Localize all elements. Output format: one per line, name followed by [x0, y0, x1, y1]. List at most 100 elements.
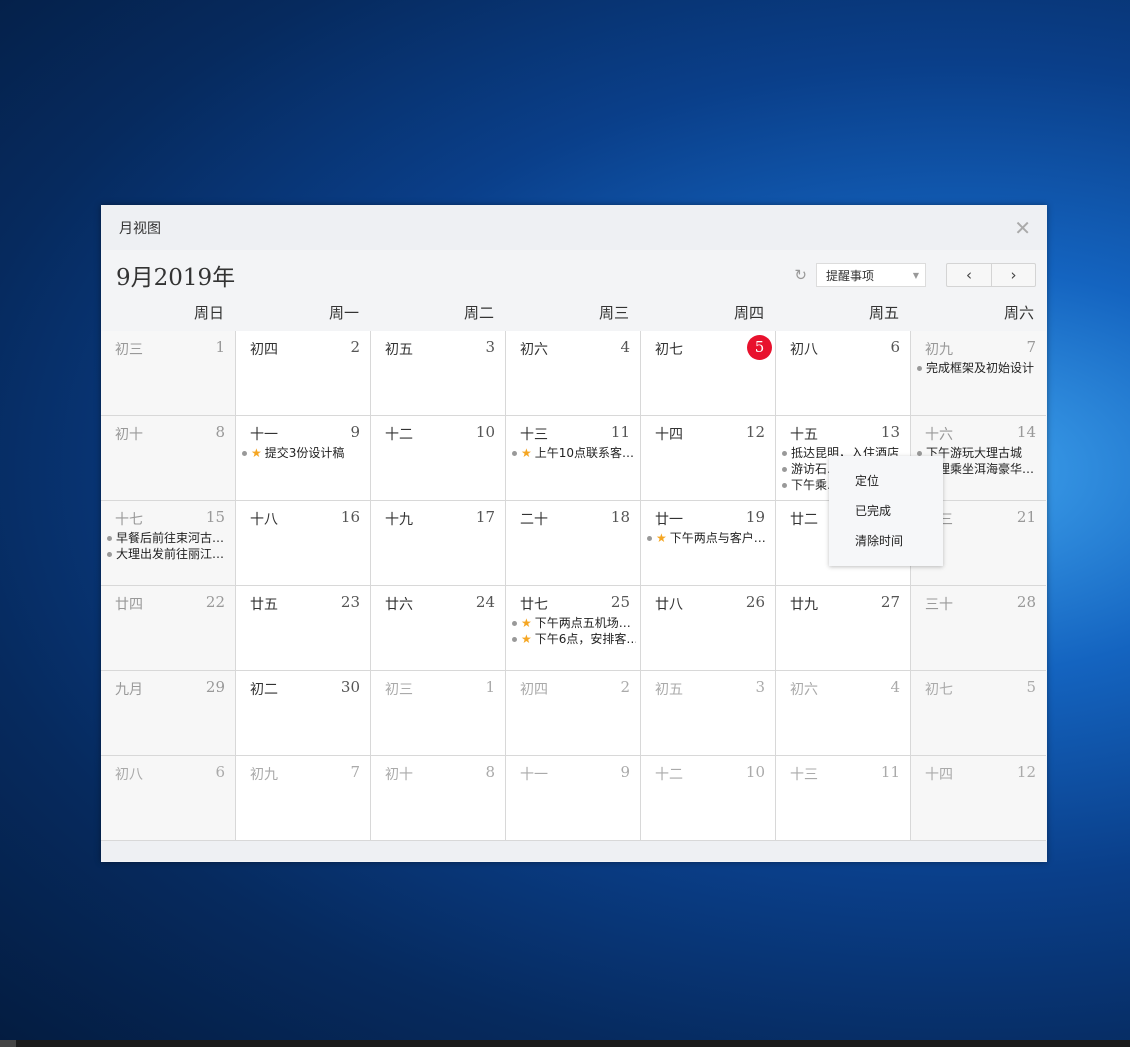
lunar-date: 初九: [250, 767, 278, 783]
day-number: 2: [350, 338, 360, 356]
month-nav: ‹ ›: [946, 263, 1036, 287]
day-cell[interactable]: 十一 9: [506, 756, 641, 841]
day-cell[interactable]: 初四 2: [506, 671, 641, 756]
day-number: 11: [610, 423, 630, 441]
context-menu: 定位 已完成 清除时间: [829, 456, 943, 566]
event-item[interactable]: ★ 上午10点联系客…: [512, 445, 636, 461]
day-cell[interactable]: 初六 4: [776, 671, 911, 756]
day-number: 3: [755, 678, 765, 696]
lunar-date: 十一: [520, 767, 548, 783]
chevron-right-icon[interactable]: ›: [991, 264, 1035, 286]
day-cell[interactable]: 十三 11 ★ 上午10点联系客…: [506, 416, 641, 501]
event-item[interactable]: ★ 下午两点五机场…: [512, 615, 636, 631]
day-cell[interactable]: 十七 15 早餐后前往束河古… 大理出发前往丽江…: [101, 501, 236, 586]
lunar-date: 十五: [790, 427, 818, 443]
menu-item-locate[interactable]: 定位: [829, 466, 943, 496]
day-cell[interactable]: 初十 8: [101, 416, 236, 501]
day-cell[interactable]: 初六 4: [506, 331, 641, 416]
day-cell[interactable]: 初八 6: [776, 331, 911, 416]
start-button[interactable]: [0, 1040, 16, 1047]
bullet-icon: [512, 636, 517, 642]
event-list: 早餐后前往束河古… 大理出发前往丽江…: [107, 530, 231, 562]
lunar-date: 十二: [385, 427, 413, 443]
day-cell[interactable]: 十三 11: [776, 756, 911, 841]
chevron-left-icon[interactable]: ‹: [947, 264, 991, 286]
day-cell[interactable]: 二十 18: [506, 501, 641, 586]
lunar-date: 初八: [790, 342, 818, 358]
weekday-label: 周四: [733, 304, 764, 322]
event-text: 完成框架及初始设计: [926, 361, 1035, 375]
day-cell[interactable]: 廿五 23: [236, 586, 371, 671]
day-number: 3: [485, 338, 495, 356]
filter-value: 提醒事项: [826, 268, 875, 283]
day-number: 29: [205, 678, 225, 696]
lunar-date: 十六: [925, 427, 953, 443]
menu-item-complete[interactable]: 已完成: [829, 496, 943, 526]
lunar-date: 初三: [385, 682, 413, 698]
menu-item-clear-time[interactable]: 清除时间: [829, 526, 943, 556]
lunar-date: 廿六: [385, 597, 413, 613]
event-text: 下午6点，安排客…: [534, 632, 636, 646]
event-item[interactable]: ★ 下午6点，安排客…: [512, 631, 636, 647]
filter-select[interactable]: 提醒事项 ▼: [816, 263, 926, 287]
day-cell[interactable]: 初四 2: [236, 331, 371, 416]
day-cell[interactable]: 三十 28: [911, 586, 1046, 671]
day-cell[interactable]: 廿九 27: [776, 586, 911, 671]
lunar-date: 十一: [250, 427, 278, 443]
lunar-date: 初二: [250, 682, 278, 698]
event-item[interactable]: ★ 提交3份设计稿: [242, 445, 366, 461]
lunar-date: 十四: [655, 427, 683, 443]
calendar-header: 9月2019年 ↻ 提醒事项 ▼ ‹ ›: [101, 250, 1047, 300]
day-number: 7: [350, 763, 360, 781]
day-cell[interactable]: 十二 10: [371, 416, 506, 501]
event-list: 完成框架及初始设计: [917, 360, 1042, 376]
day-cell[interactable]: 十二 10: [641, 756, 776, 841]
event-text: 下午两点与客户…: [669, 531, 766, 545]
day-cell[interactable]: 初八 6: [101, 756, 236, 841]
lunar-date: 初七: [655, 342, 683, 358]
event-text: 大理出发前往丽江…: [116, 547, 225, 561]
day-cell[interactable]: 初二 30: [236, 671, 371, 756]
day-cell[interactable]: 十八 16: [236, 501, 371, 586]
day-cell[interactable]: 廿六 24: [371, 586, 506, 671]
day-cell[interactable]: 初三 1: [371, 671, 506, 756]
day-number: 6: [215, 763, 225, 781]
day-cell[interactable]: 十四 12: [911, 756, 1046, 841]
event-item[interactable]: 早餐后前往束河古…: [107, 530, 231, 546]
day-cell[interactable]: 廿七 25 ★ 下午两点五机场… ★ 下午6点，安排客…: [506, 586, 641, 671]
day-cell[interactable]: 初七 5: [911, 671, 1046, 756]
day-cell[interactable]: 十四 12: [641, 416, 776, 501]
day-cell[interactable]: 初九 7: [236, 756, 371, 841]
day-number: 4: [620, 338, 630, 356]
day-cell[interactable]: 初三 1: [101, 331, 236, 416]
day-cell[interactable]: 廿四 22: [101, 586, 236, 671]
day-cell[interactable]: 初九 7 完成框架及初始设计: [911, 331, 1046, 416]
weekday-header: 周日 周一 周二 周三 周四 周五 周六: [101, 300, 1047, 331]
window-title: 月视图: [119, 220, 161, 237]
day-number[interactable]: 5: [747, 335, 772, 360]
day-cell[interactable]: 初七 5: [641, 331, 776, 416]
day-cell[interactable]: 廿一 19 ★ 下午两点与客户…: [641, 501, 776, 586]
day-cell[interactable]: 十九 17: [371, 501, 506, 586]
day-cell[interactable]: 十一 9 ★ 提交3份设计稿: [236, 416, 371, 501]
star-icon: ★: [251, 446, 262, 460]
event-item[interactable]: 大理出发前往丽江…: [107, 546, 231, 562]
close-icon[interactable]: ✕: [1014, 216, 1031, 240]
day-cell[interactable]: 初十 8: [371, 756, 506, 841]
week-row: 初八 6 初九 7 初十 8 十一 9 十二 10 十三 11 十四 12: [101, 756, 1047, 841]
month-label: 9月2019年: [116, 265, 236, 291]
bullet-icon: [782, 466, 787, 472]
lunar-date: 初五: [655, 682, 683, 698]
event-item[interactable]: 完成框架及初始设计: [917, 360, 1042, 376]
day-cell[interactable]: 初五 3: [641, 671, 776, 756]
day-cell[interactable]: 初五 3: [371, 331, 506, 416]
day-cell[interactable]: 廿八 26: [641, 586, 776, 671]
lunar-date: 廿九: [790, 597, 818, 613]
refresh-icon[interactable]: ↻: [794, 266, 807, 284]
lunar-date: 廿二: [790, 512, 818, 528]
lunar-date: 初六: [790, 682, 818, 698]
day-cell[interactable]: 九月 29: [101, 671, 236, 756]
lunar-date: 十三: [790, 767, 818, 783]
event-item[interactable]: ★ 下午两点与客户…: [647, 530, 771, 546]
lunar-date: 十三: [520, 427, 548, 443]
